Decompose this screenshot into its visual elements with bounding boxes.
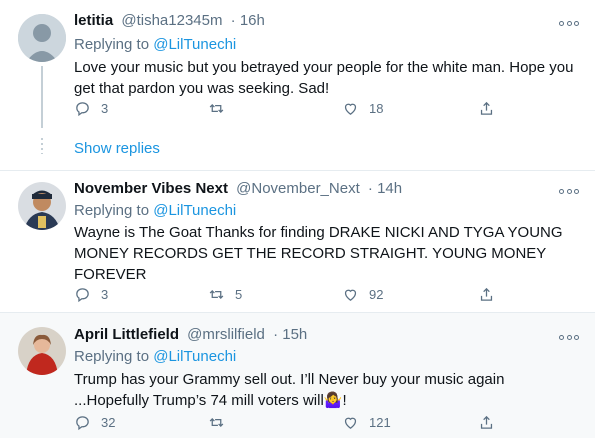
author-line: April Littlefield @mrslilfield · 15h — [74, 326, 307, 343]
handle[interactable]: @November_Next — [236, 180, 360, 197]
replying-to: Replying to @LilTunechi — [74, 36, 236, 53]
mention-link[interactable]: @LilTunechi — [153, 348, 236, 365]
display-name[interactable]: November Vibes Next — [74, 180, 228, 197]
replying-prefix: Replying to — [74, 202, 150, 219]
display-name[interactable]: April Littlefield — [74, 326, 179, 343]
like-count: 121 — [369, 415, 391, 430]
tweet-actions: 3 5 92 — [74, 286, 504, 308]
more-icon[interactable] — [559, 18, 579, 28]
like-icon — [344, 417, 357, 429]
share-icon — [480, 101, 493, 115]
retweet-button[interactable] — [208, 414, 235, 431]
replying-to: Replying to @LilTunechi — [74, 348, 236, 365]
default-avatar-icon — [18, 14, 66, 62]
reply-count: 32 — [101, 415, 116, 430]
avatar[interactable] — [18, 182, 66, 230]
reply-button[interactable]: 3 — [74, 100, 108, 117]
reply-count: 3 — [101, 101, 109, 116]
handle[interactable]: @mrslilfield — [187, 326, 265, 343]
show-replies-link[interactable]: Show replies — [74, 140, 160, 157]
timestamp[interactable]: · 15h — [273, 326, 307, 343]
like-icon — [344, 289, 357, 301]
like-icon — [344, 103, 357, 115]
tweet-text-line: Trump has your Grammy sell out. I’ll Nev… — [74, 371, 505, 388]
tweet-actions: 3 18 — [74, 100, 504, 122]
tweet-text-fragment: ...Hopefully Trump’s 74 mill voters will — [74, 392, 324, 409]
tweet-text-line: ...Hopefully Trump’s 74 mill voters will… — [74, 390, 574, 411]
user-photo-icon — [18, 327, 66, 375]
reply-icon — [76, 416, 89, 431]
tweet-text: Wayne is The Goat Thanks for finding DRA… — [74, 224, 563, 283]
tweet-november-vibes[interactable]: November Vibes Next @November_Next · 14h… — [0, 170, 595, 313]
tweet-text-fragment: ! — [342, 392, 347, 409]
replying-to: Replying to @LilTunechi — [74, 202, 236, 219]
retweet-icon — [209, 290, 224, 299]
retweet-icon — [209, 418, 224, 427]
reply-icon — [76, 288, 89, 303]
tweet-april-littlefield[interactable]: April Littlefield @mrslilfield · 15h Rep… — [0, 313, 595, 438]
user-photo-icon — [18, 182, 66, 230]
replying-prefix: Replying to — [74, 36, 150, 53]
retweet-count: 5 — [235, 287, 243, 302]
like-button[interactable]: 18 — [342, 100, 383, 117]
like-count: 18 — [369, 101, 384, 116]
avatar[interactable] — [18, 327, 66, 375]
reply-button[interactable]: 3 — [74, 286, 108, 303]
retweet-button[interactable]: 5 — [208, 286, 242, 303]
share-button[interactable] — [478, 100, 505, 117]
retweet-button[interactable] — [208, 100, 235, 117]
share-icon — [480, 287, 493, 301]
share-button[interactable] — [478, 286, 505, 303]
like-count: 92 — [369, 287, 384, 302]
reply-button[interactable]: 32 — [74, 414, 115, 431]
thread-line — [41, 66, 43, 128]
like-button[interactable]: 121 — [342, 414, 391, 431]
reply-icon — [76, 102, 89, 117]
shrug-emoji-icon: 🤷‍♀️ — [323, 392, 343, 409]
author-line: letitia @tisha12345m · 16h — [74, 12, 265, 29]
tweet-actions: 32 121 — [74, 414, 504, 436]
author-line: November Vibes Next @November_Next · 14h — [74, 180, 402, 197]
tweet-text: Trump has your Grammy sell out. I’ll Nev… — [74, 369, 574, 411]
replying-prefix: Replying to — [74, 348, 150, 365]
handle[interactable]: @tisha12345m — [121, 12, 222, 29]
more-icon[interactable] — [559, 332, 579, 342]
more-icon[interactable] — [559, 186, 579, 196]
timestamp[interactable]: · 14h — [368, 180, 402, 197]
tweet-text: Love your music but you betrayed your pe… — [74, 59, 574, 97]
timestamp[interactable]: · 16h — [231, 12, 265, 29]
like-button[interactable]: 92 — [342, 286, 383, 303]
mention-link[interactable]: @LilTunechi — [153, 202, 236, 219]
avatar[interactable] — [18, 14, 66, 62]
thread-dots — [41, 138, 43, 154]
tweet-letitia[interactable]: letitia @tisha12345m · 16h Replying to @… — [0, 0, 595, 171]
retweet-icon — [209, 104, 224, 113]
reply-count: 3 — [101, 287, 109, 302]
mention-link[interactable]: @LilTunechi — [153, 36, 236, 53]
share-button[interactable] — [478, 414, 505, 431]
display-name[interactable]: letitia — [74, 12, 113, 29]
share-icon — [480, 415, 493, 429]
